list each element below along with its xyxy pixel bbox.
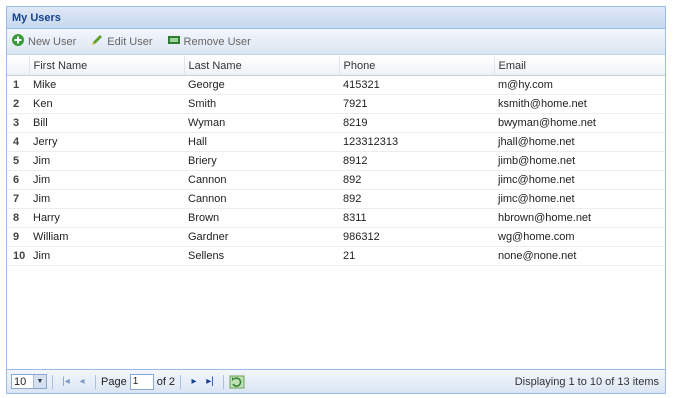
table-row[interactable]: 9 William Gardner 986312 wg@home.com	[7, 227, 665, 247]
phone-cell: 8219	[339, 113, 494, 133]
table-row[interactable]: 2 Ken Smith 7921 ksmith@home.net	[7, 94, 665, 114]
pager-separator	[180, 374, 182, 389]
page-size-value: 10	[14, 375, 27, 388]
first-name-cell: Jim	[29, 189, 184, 209]
pager-separator	[95, 374, 96, 389]
pager-separator	[52, 374, 53, 389]
table-row[interactable]: 10 Jim Sellens 21 none@none.net	[7, 246, 665, 266]
table-header-row: First Name Last Name Phone Email	[7, 56, 665, 76]
phone-cell: 123312313	[339, 132, 494, 152]
email-cell: jhall@home.net	[494, 132, 665, 152]
last-name-cell: Sellens	[184, 246, 339, 266]
next-page-icon[interactable]: ▸	[186, 376, 202, 387]
table-row[interactable]: 3 Bill Wyman 8219 bwyman@home.net	[7, 113, 665, 133]
last-name-cell: Smith	[184, 94, 339, 114]
last-name-cell: Hall	[184, 132, 339, 152]
phone-cell: 892	[339, 189, 494, 209]
column-header-email[interactable]: Email	[493, 56, 665, 76]
phone-cell: 986312	[339, 227, 494, 247]
users-grid-panel: My Users New User Edit User Remove User	[6, 6, 666, 394]
refresh-icon[interactable]	[229, 375, 245, 389]
row-number-cell: 3	[7, 113, 29, 133]
email-cell: none@none.net	[494, 246, 665, 266]
email-cell: jimc@home.net	[494, 170, 665, 190]
remove-user-label: Remove User	[183, 35, 251, 48]
first-name-cell: Bill	[29, 113, 184, 133]
table-row[interactable]: 1 Mike George 415321 m@hy.com	[7, 75, 665, 95]
email-cell: jimc@home.net	[494, 189, 665, 209]
remove-user-icon	[167, 34, 181, 49]
row-number-cell: 6	[7, 170, 29, 190]
first-name-cell: Ken	[29, 94, 184, 114]
first-name-cell: Jim	[29, 246, 184, 266]
last-name-cell: Cannon	[184, 170, 339, 190]
phone-cell: 21	[339, 246, 494, 266]
users-table: First Name Last Name Phone Email 1 Mike Ge…	[7, 56, 665, 266]
email-cell: ksmith@home.net	[494, 94, 665, 114]
email-cell: jimb@home.net	[494, 151, 665, 171]
last-name-cell: Brown	[184, 208, 339, 228]
edit-user-label: Edit User	[107, 35, 153, 48]
row-number-cell: 2	[7, 94, 29, 114]
remove-user-button[interactable]: Remove User	[167, 34, 251, 49]
last-name-cell: Wyman	[184, 113, 339, 133]
email-cell: hbrown@home.net	[494, 208, 665, 228]
email-cell: bwyman@home.net	[494, 113, 665, 133]
phone-cell: 415321	[339, 75, 494, 95]
first-name-cell: Jim	[29, 151, 184, 171]
column-header-last-name[interactable]: Last Name	[183, 56, 339, 76]
new-user-label: New User	[28, 35, 77, 48]
page-size-select[interactable]: 10 ▼	[11, 374, 47, 389]
first-page-icon[interactable]: |◂	[58, 376, 74, 387]
new-user-button[interactable]: New User	[11, 33, 76, 50]
row-number-cell: 5	[7, 151, 29, 171]
phone-cell: 7921	[339, 94, 494, 114]
phone-cell: 8311	[339, 208, 494, 228]
column-header-first-name[interactable]: First Name	[28, 56, 184, 76]
table-row[interactable]: 6 Jim Cannon 892 jimc@home.net	[7, 170, 665, 190]
last-page-icon[interactable]: ▸|	[202, 376, 218, 387]
table-row[interactable]: 7 Jim Cannon 892 jimc@home.net	[7, 189, 665, 209]
email-cell: m@hy.com	[494, 75, 665, 95]
page-count-label: of 2	[156, 375, 176, 388]
phone-cell: 892	[339, 170, 494, 190]
email-cell: wg@home.com	[494, 227, 665, 247]
row-number-cell: 7	[7, 189, 29, 209]
pager-separator	[223, 374, 225, 389]
first-name-cell: William	[29, 227, 184, 247]
table-row[interactable]: 8 Harry Brown 8311 hbrown@home.net	[7, 208, 665, 228]
users-table-wrap: First Name Last Name Phone Email 1 Mike Ge…	[7, 56, 665, 266]
phone-cell: 8912	[339, 151, 494, 171]
column-header-phone[interactable]: Phone	[338, 56, 494, 76]
last-name-cell: Gardner	[184, 227, 339, 247]
column-header-rownum	[7, 56, 29, 76]
panel-title: My Users	[7, 7, 665, 29]
last-name-cell: George	[184, 75, 339, 95]
table-row[interactable]: 5 Jim Briery 8912 jimb@home.net	[7, 151, 665, 171]
last-name-cell: Briery	[184, 151, 339, 171]
first-name-cell: Mike	[29, 75, 184, 95]
paging-toolbar: 10 ▼ |◂ ◂ Page 1 of 2 ▸ ▸| Displaying 1 …	[7, 369, 665, 393]
grid-toolbar: New User Edit User Remove User	[7, 29, 665, 55]
add-user-icon	[11, 33, 25, 50]
first-name-cell: Jerry	[29, 132, 184, 152]
pencil-icon	[90, 33, 104, 50]
chevron-down-icon[interactable]: ▼	[33, 375, 46, 388]
first-name-cell: Jim	[29, 170, 184, 190]
table-row[interactable]: 4 Jerry Hall 123312313 jhall@home.net	[7, 132, 665, 152]
row-number-cell: 4	[7, 132, 29, 152]
prev-page-icon[interactable]: ◂	[74, 376, 90, 387]
page-number-input[interactable]: 1	[129, 373, 154, 390]
row-number-cell: 1	[7, 75, 29, 95]
last-name-cell: Cannon	[184, 189, 339, 209]
row-number-cell: 8	[7, 208, 29, 228]
paging-status-text: Displaying 1 to 10 of 13 items	[514, 375, 659, 388]
first-name-cell: Harry	[29, 208, 184, 228]
page-label: Page	[101, 375, 127, 388]
row-number-cell: 9	[7, 227, 29, 247]
edit-user-button[interactable]: Edit User	[90, 33, 153, 50]
row-number-cell: 10	[7, 246, 29, 266]
